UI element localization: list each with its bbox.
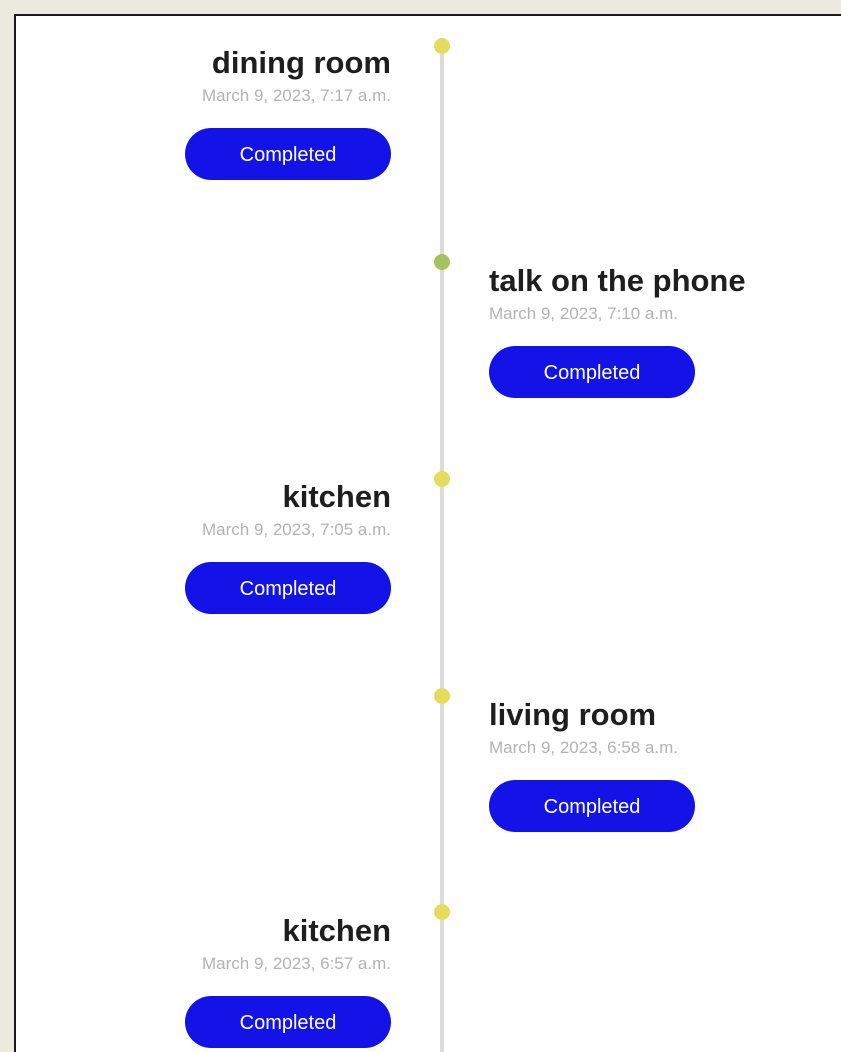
timeline-dot-icon: [434, 904, 450, 920]
completed-status-button[interactable]: Completed: [185, 996, 391, 1048]
entry-timestamp: March 9, 2023, 7:05 a.m.: [202, 520, 391, 539]
timeline-panel: dining room March 9, 2023, 7:17 a.m. Com…: [14, 14, 841, 1052]
entry-title: kitchen: [282, 479, 391, 514]
timeline-dot-icon: [434, 688, 450, 704]
completed-status-button[interactable]: Completed: [185, 562, 391, 614]
entry-timestamp: March 9, 2023, 6:57 a.m.: [202, 954, 391, 973]
timeline-entry-dining-room: dining room March 9, 2023, 7:17 a.m. Com…: [91, 44, 391, 180]
entry-title: kitchen: [282, 913, 391, 948]
entry-title: talk on the phone: [489, 263, 746, 298]
timeline-line: [440, 44, 444, 1052]
completed-status-button[interactable]: Completed: [489, 780, 695, 832]
completed-status-button[interactable]: Completed: [489, 346, 695, 398]
timeline-entry-talk-on-the-phone: talk on the phone March 9, 2023, 7:10 a.…: [489, 262, 789, 398]
entry-timestamp: March 9, 2023, 6:58 a.m.: [489, 738, 678, 757]
entry-title: dining room: [211, 45, 391, 80]
timeline-entry-living-room: living room March 9, 2023, 6:58 a.m. Com…: [489, 696, 789, 832]
timeline-dot-icon: [434, 38, 450, 54]
entry-timestamp: March 9, 2023, 7:17 a.m.: [202, 86, 391, 105]
timeline-dot-icon: [434, 471, 450, 487]
timeline-entry-kitchen: kitchen March 9, 2023, 7:05 a.m. Complet…: [91, 478, 391, 614]
entry-timestamp: March 9, 2023, 7:10 a.m.: [489, 304, 678, 323]
completed-status-button[interactable]: Completed: [185, 128, 391, 180]
timeline-entry-kitchen: kitchen March 9, 2023, 6:57 a.m. Complet…: [91, 912, 391, 1048]
timeline-dot-icon: [434, 254, 450, 270]
entry-title: living room: [489, 697, 657, 732]
